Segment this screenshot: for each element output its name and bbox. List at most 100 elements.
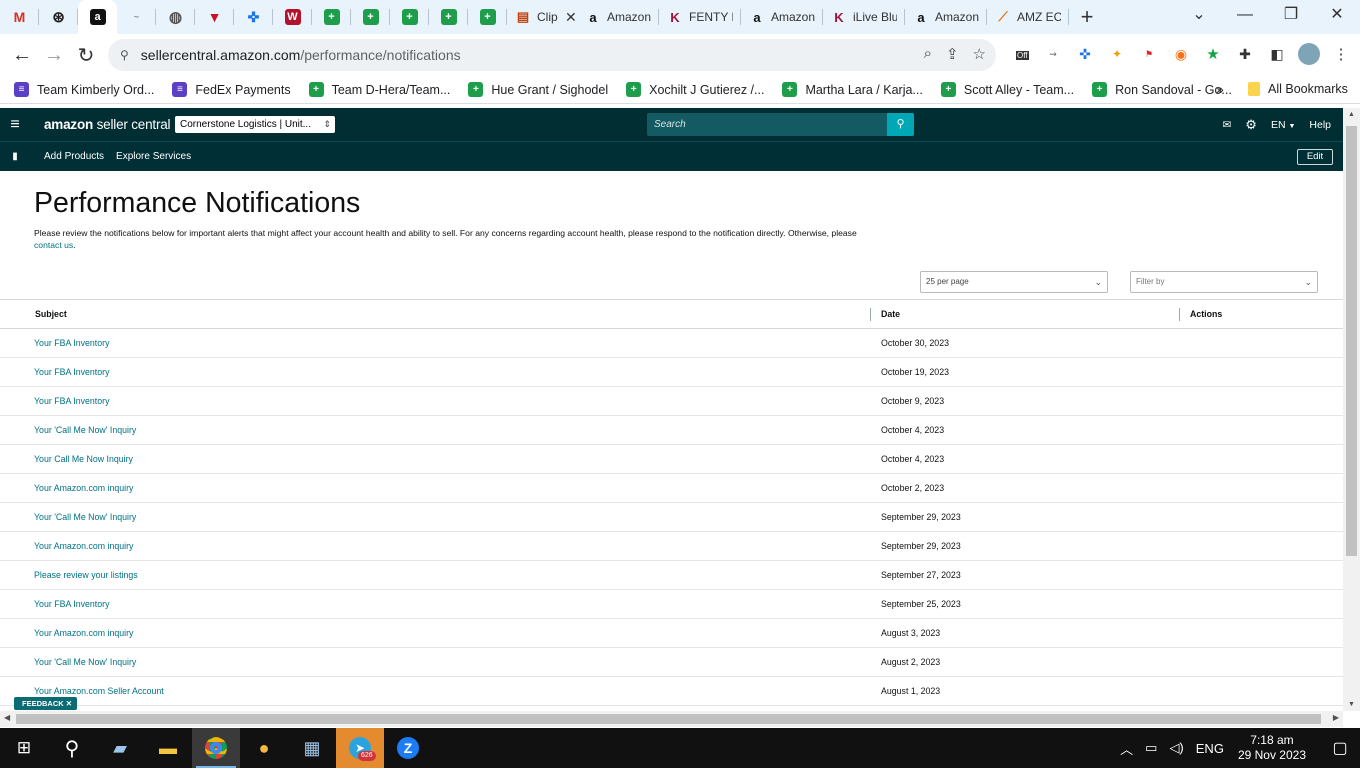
taskbar-zalo[interactable]: Z: [384, 728, 432, 768]
vertical-scrollbar[interactable]: ▲ ▼: [1343, 108, 1360, 711]
tab-sheets-1[interactable]: +: [312, 0, 351, 34]
bookmark-item[interactable]: + Team D-Hera/Team...: [308, 82, 450, 97]
extension-compass-icon[interactable]: ✜: [1074, 43, 1096, 65]
back-button[interactable]: ←: [6, 44, 38, 67]
scrollbar-thumb[interactable]: [1346, 126, 1357, 556]
extension-login-icon[interactable]: ⇝: [1042, 43, 1064, 65]
feedback-button[interactable]: FEEDBACK ✕: [14, 697, 78, 710]
per-page-select[interactable]: 25 per page ⌄: [920, 271, 1108, 293]
tab-gmail[interactable]: M: [0, 0, 39, 34]
tab-sheets-5[interactable]: +: [468, 0, 507, 34]
account-selector[interactable]: Cornerstone Logistics | Unit... ⇕: [175, 116, 335, 133]
bookmark-item[interactable]: + Martha Lara / Karja...: [782, 82, 923, 97]
notification-subject-link[interactable]: Your FBA Inventory: [34, 338, 109, 348]
column-subject[interactable]: Subject: [35, 309, 67, 319]
tab-amazon-3[interactable]: a Amazon: [741, 0, 823, 34]
language-indicator[interactable]: ENG: [1196, 741, 1224, 756]
taskbar-telegram[interactable]: ➤ 626: [336, 728, 384, 768]
contact-us-link[interactable]: contact us: [34, 240, 73, 250]
notification-subject-link[interactable]: Your FBA Inventory: [34, 367, 109, 377]
notification-subject-link[interactable]: Your Amazon.com Seller Account: [34, 686, 164, 696]
browser-menu-icon[interactable]: ⋮: [1330, 43, 1352, 65]
minimize-button[interactable]: —: [1222, 0, 1268, 34]
tab-amazon-2[interactable]: a Amazon: [577, 0, 659, 34]
bookmark-item[interactable]: + Scott Alley - Team...: [940, 82, 1074, 97]
tab-sheets-4[interactable]: +: [429, 0, 468, 34]
tab-site[interactable]: ~: [117, 0, 156, 34]
bookmark-item[interactable]: ≡ FedEx Payments: [172, 82, 291, 97]
new-tab-button[interactable]: +: [1069, 4, 1105, 30]
bookmark-item[interactable]: + Ron Sandoval - Go...: [1092, 82, 1232, 97]
restore-button[interactable]: ❐: [1268, 0, 1314, 34]
tab-sheets-3[interactable]: +: [390, 0, 429, 34]
extension-alert-icon[interactable]: ⚑: [1138, 43, 1160, 65]
search-button[interactable]: ⚲: [887, 113, 914, 136]
notification-subject-link[interactable]: Your Amazon.com inquiry: [34, 483, 133, 493]
tab-chatgpt[interactable]: ⊛: [39, 0, 78, 34]
hamburger-menu-icon[interactable]: ≡: [0, 116, 30, 134]
notification-subject-link[interactable]: Your 'Call Me Now' Inquiry: [34, 657, 136, 667]
seller-central-logo[interactable]: amazon seller central: [44, 117, 171, 132]
taskbar-file-explorer[interactable]: ▬: [144, 728, 192, 768]
notification-subject-link[interactable]: Please review your listings: [34, 570, 138, 580]
search-input[interactable]: Search: [647, 113, 887, 136]
notification-subject-link[interactable]: Your 'Call Me Now' Inquiry: [34, 425, 136, 435]
tab-compass[interactable]: ✜: [234, 0, 273, 34]
close-tab-icon[interactable]: ✕: [565, 9, 577, 26]
reload-button[interactable]: ↻: [70, 43, 102, 68]
notification-subject-link[interactable]: Your Call Me Now Inquiry: [34, 454, 133, 464]
tab-w[interactable]: W: [273, 0, 312, 34]
notification-subject-link[interactable]: Your Amazon.com inquiry: [34, 628, 133, 638]
all-bookmarks[interactable]: All Bookmarks: [1248, 82, 1348, 96]
tab-amazon-4[interactable]: a Amazon: [905, 0, 987, 34]
side-panel-icon[interactable]: ◧: [1266, 43, 1288, 65]
notification-subject-link[interactable]: Your FBA Inventory: [34, 599, 109, 609]
tab-search-icon[interactable]: ⌄: [1176, 0, 1222, 34]
close-window-button[interactable]: ✕: [1314, 0, 1360, 34]
extensions-puzzle-icon[interactable]: ✚: [1234, 43, 1256, 65]
bookmark-icon[interactable]: ▮: [0, 151, 30, 162]
tab-amazon-active[interactable]: a: [78, 0, 117, 34]
clock[interactable]: 7:18 am 29 Nov 2023: [1238, 733, 1306, 763]
scrollbar-thumb[interactable]: [16, 714, 1321, 724]
column-date[interactable]: Date: [881, 309, 900, 319]
search-taskbar-button[interactable]: ⚲: [48, 728, 96, 768]
taskbar-calculator[interactable]: ▦: [288, 728, 336, 768]
profile-avatar[interactable]: [1298, 43, 1320, 65]
tab-globe[interactable]: ◍: [156, 0, 195, 34]
bookmark-item[interactable]: + Xochilt J Gutierez /...: [626, 82, 764, 97]
start-button[interactable]: ⊞: [0, 728, 48, 768]
address-bar[interactable]: ⚲ sellercentral.amazon.com/performance/n…: [108, 39, 996, 71]
nav-explore-services[interactable]: Explore Services: [116, 151, 191, 162]
tab-vivaldi[interactable]: ▼: [195, 0, 234, 34]
zoom-icon[interactable]: ⌕: [924, 45, 932, 63]
more-bookmarks-icon[interactable]: »: [1216, 81, 1224, 97]
chevron-up-icon[interactable]: ︿: [1120, 739, 1133, 758]
network-icon[interactable]: ▭: [1145, 740, 1157, 756]
horizontal-scrollbar[interactable]: ◀ ▶: [0, 711, 1343, 727]
taskbar-app[interactable]: ●: [240, 728, 288, 768]
tab-fenty[interactable]: KFENTY E: [659, 0, 741, 34]
help-link[interactable]: Help: [1309, 119, 1331, 131]
notifications-icon[interactable]: ▢: [1320, 738, 1360, 758]
extension-off-icon[interactable]: ▭Off: [1010, 43, 1032, 65]
tab-clip[interactable]: ▤ Clip ✕: [507, 0, 577, 34]
tab-amz-ec[interactable]: ⟋ AMZ EC: [987, 0, 1069, 34]
extension-star-icon[interactable]: ★: [1202, 43, 1224, 65]
site-info-icon[interactable]: ⚲: [120, 48, 129, 62]
tab-ilive[interactable]: KiLive Blu: [823, 0, 905, 34]
notification-subject-link[interactable]: Your Amazon.com inquiry: [34, 541, 133, 551]
settings-gear-icon[interactable]: ⚙: [1245, 117, 1257, 133]
tab-sheets-2[interactable]: +: [351, 0, 390, 34]
volume-icon[interactable]: ◁): [1169, 740, 1183, 756]
taskbar-app[interactable]: ▰: [96, 728, 144, 768]
close-icon[interactable]: ✕: [66, 699, 72, 708]
extension-circle-icon[interactable]: ◉: [1170, 43, 1192, 65]
edit-button[interactable]: Edit: [1297, 149, 1333, 165]
notification-subject-link[interactable]: Your FBA Inventory: [34, 396, 109, 406]
forward-button[interactable]: →: [38, 44, 70, 67]
notification-subject-link[interactable]: Your 'Call Me Now' Inquiry: [34, 512, 136, 522]
filter-select[interactable]: Filter by ⌄: [1130, 271, 1318, 293]
mail-icon[interactable]: ✉: [1222, 119, 1231, 131]
share-icon[interactable]: ⇪: [946, 45, 959, 63]
